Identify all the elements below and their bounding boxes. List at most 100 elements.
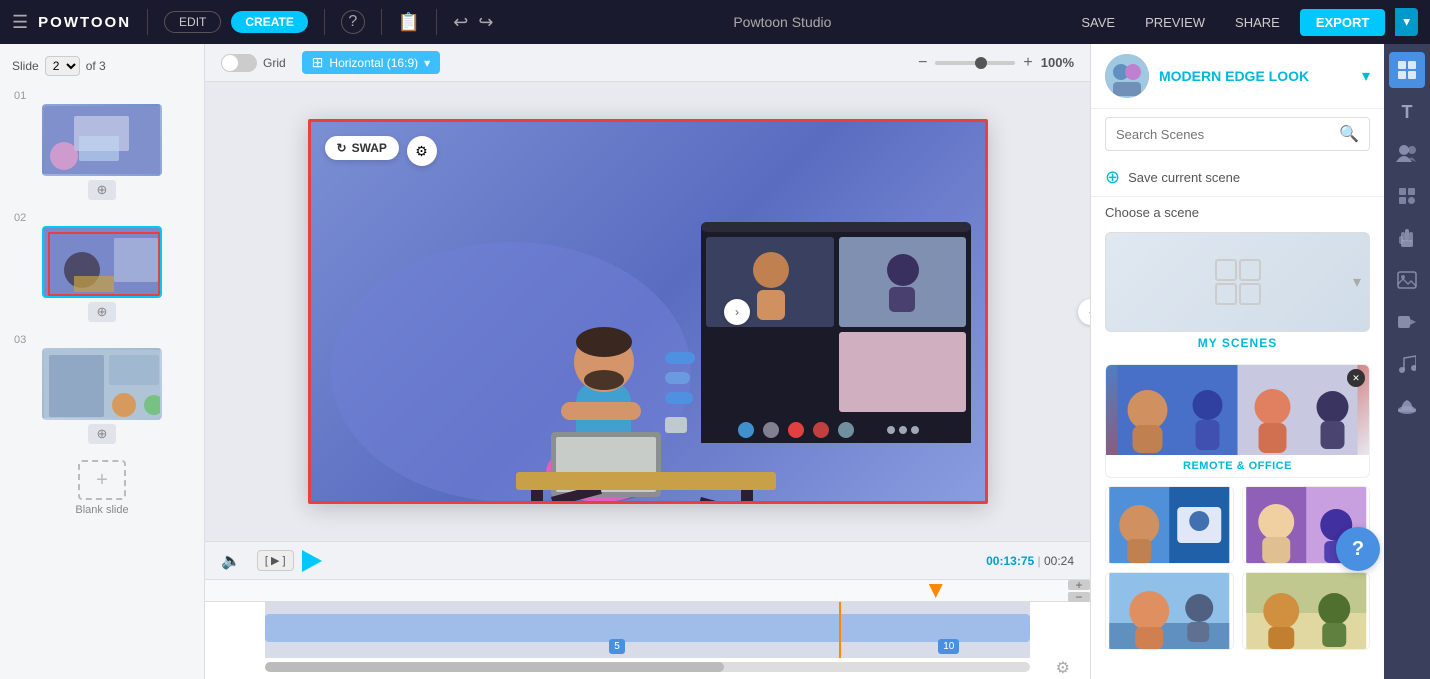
slide-3-add-button[interactable]: ⊕: [88, 424, 116, 444]
slide-thumbnail-2[interactable]: [42, 226, 162, 298]
hat-icon: [1397, 398, 1417, 414]
my-scenes-thumbnail[interactable]: ▾: [1105, 232, 1370, 332]
timeline-track[interactable]: 5 10: [265, 602, 1030, 658]
scene-4-svg: [1243, 573, 1370, 649]
export-button[interactable]: EXPORT: [1300, 9, 1385, 36]
slide-item-3[interactable]: 03 ⊕: [0, 328, 204, 450]
edit-button[interactable]: EDIT: [164, 11, 221, 33]
play-button[interactable]: [302, 550, 322, 572]
save-button[interactable]: SAVE: [1071, 11, 1125, 34]
hamburger-icon[interactable]: ☰: [12, 12, 28, 33]
notes-icon[interactable]: 📋: [398, 12, 420, 33]
timeline-bar[interactable]: [265, 614, 1030, 642]
slide-number-select[interactable]: 2 1 3: [45, 56, 80, 76]
canvas-toolbar: Grid ⊞ Horizontal (16:9) ▾ − + 100%: [205, 44, 1090, 82]
topbar-actions: SAVE PREVIEW SHARE EXPORT ▾: [1071, 8, 1418, 36]
grid-toggle-track[interactable]: [221, 54, 257, 72]
blank-slide-box[interactable]: +: [78, 460, 126, 500]
timeline-scrollbar[interactable]: ⚙: [265, 662, 1030, 672]
share-button[interactable]: SHARE: [1225, 11, 1290, 34]
music-icon-button[interactable]: [1389, 346, 1425, 382]
slide-1-preview-svg: [44, 106, 162, 176]
timeline-subtract-button[interactable]: −: [1068, 592, 1090, 602]
slide-item-2[interactable]: 02 ⊕: [0, 206, 204, 328]
collapse-panel-button[interactable]: ‹: [1078, 299, 1090, 325]
scenes-icon-button[interactable]: [1389, 52, 1425, 88]
objects-icon-button[interactable]: [1389, 178, 1425, 214]
create-button[interactable]: CREATE: [231, 11, 307, 33]
save-scene-text: Save current scene: [1128, 170, 1240, 185]
expand-panel-button[interactable]: ›: [724, 299, 750, 325]
volume-icon[interactable]: 🔈: [221, 551, 241, 571]
blank-slide[interactable]: + Blank slide: [0, 450, 204, 526]
text-icon: T: [1402, 102, 1413, 123]
settings-button[interactable]: ⚙: [407, 136, 437, 166]
time-display: 00:13:75 | 00:24: [986, 554, 1074, 568]
theme-dropdown-icon[interactable]: ▾: [1362, 66, 1370, 86]
timeline-ruler: 0SEC 1 2 3 4 5 6 7 8 9 10: [205, 580, 1090, 602]
timeline-gear-icon[interactable]: ⚙: [1056, 658, 1070, 678]
scene-1-svg: [1106, 487, 1233, 563]
video-icon-button[interactable]: [1389, 304, 1425, 340]
help-button[interactable]: ?: [1336, 527, 1380, 571]
play-frame-button[interactable]: [ ▶ ]: [257, 550, 294, 571]
my-scenes-block: ▾ MY SCENES: [1091, 226, 1384, 356]
timeline-add-button[interactable]: +: [1068, 580, 1090, 590]
canvas-viewport: ‹: [205, 82, 1090, 541]
play-triangle: [302, 550, 322, 572]
topbar-divider3: [381, 9, 382, 35]
save-scene-row[interactable]: ⊕ Save current scene: [1091, 159, 1384, 197]
grid-toggle[interactable]: Grid: [221, 54, 286, 72]
search-box: 🔍: [1105, 117, 1370, 151]
undo-icon[interactable]: ↩: [453, 12, 468, 33]
search-scenes: 🔍: [1091, 109, 1384, 159]
theme-info: MODERN EDGE LOOK: [1105, 54, 1309, 98]
theme-name: MODERN EDGE LOOK: [1159, 68, 1309, 84]
scene-card-3[interactable]: [1105, 572, 1234, 650]
scene-card-remote-office-image: [1106, 365, 1369, 455]
timeline: 0SEC 1 2 3 4 5 6 7 8 9 10: [205, 579, 1090, 679]
my-scenes-grid-icon: [1213, 257, 1263, 307]
people-icon-button[interactable]: [1389, 136, 1425, 172]
swap-icon: ↻: [337, 141, 347, 155]
scene-3-svg: [1106, 573, 1233, 649]
export-dropdown-button[interactable]: ▾: [1395, 8, 1418, 36]
preview-button[interactable]: PREVIEW: [1135, 11, 1215, 34]
timeline-marker-head-container: [929, 584, 943, 598]
slide-2-add-button[interactable]: ⊕: [88, 302, 116, 322]
zoom-out-button[interactable]: −: [918, 54, 927, 72]
save-scene-icon: ⊕: [1105, 167, 1120, 188]
timeline-scrollbar-thumb[interactable]: [265, 662, 724, 672]
image-icon-button[interactable]: [1389, 262, 1425, 298]
hand-icon: [1398, 228, 1416, 248]
scenes-icon: [1397, 60, 1417, 80]
redo-icon[interactable]: ↪: [478, 12, 493, 33]
slide-thumbnail-3[interactable]: [42, 348, 162, 420]
video-icon: [1397, 314, 1417, 330]
slide-3-preview-svg: [44, 350, 162, 420]
search-icon[interactable]: 🔍: [1339, 124, 1359, 144]
scene-card-close-icon[interactable]: ✕: [1347, 369, 1365, 387]
search-input[interactable]: [1116, 127, 1331, 142]
swap-button[interactable]: ↻ SWAP: [325, 136, 399, 160]
playback-controls: 🔈 [ ▶ ] 00:13:75 | 00:24: [205, 541, 1090, 579]
slide-1-add-button[interactable]: ⊕: [88, 180, 116, 200]
zoom-in-button[interactable]: +: [1023, 54, 1032, 72]
text-icon-button[interactable]: T: [1389, 94, 1425, 130]
scene-card-remote-office[interactable]: ✕ REMOTE & OFFICE: [1105, 364, 1370, 478]
hand-icon-button[interactable]: [1389, 220, 1425, 256]
help-icon[interactable]: ?: [341, 10, 365, 34]
scene-card-4[interactable]: [1242, 572, 1371, 650]
slide-item-1[interactable]: 01 ⊕: [0, 84, 204, 206]
orientation-button[interactable]: ⊞ Horizontal (16:9) ▾: [302, 51, 440, 74]
slide-thumbnail-1[interactable]: [42, 104, 162, 176]
canvas-slide[interactable]: ↻ SWAP ⚙: [308, 119, 988, 504]
swap-label: SWAP: [352, 141, 387, 155]
orientation-dropdown-icon: ▾: [424, 56, 430, 70]
zoom-slider[interactable]: [935, 61, 1015, 65]
image-icon: [1397, 271, 1417, 289]
topbar: ☰ POWTOON EDIT CREATE ? 📋 ↩ ↪ Powtoon St…: [0, 0, 1430, 44]
hat-icon-button[interactable]: [1389, 388, 1425, 424]
timeline-marker-head: [929, 584, 943, 598]
scene-card-1[interactable]: [1105, 486, 1234, 564]
